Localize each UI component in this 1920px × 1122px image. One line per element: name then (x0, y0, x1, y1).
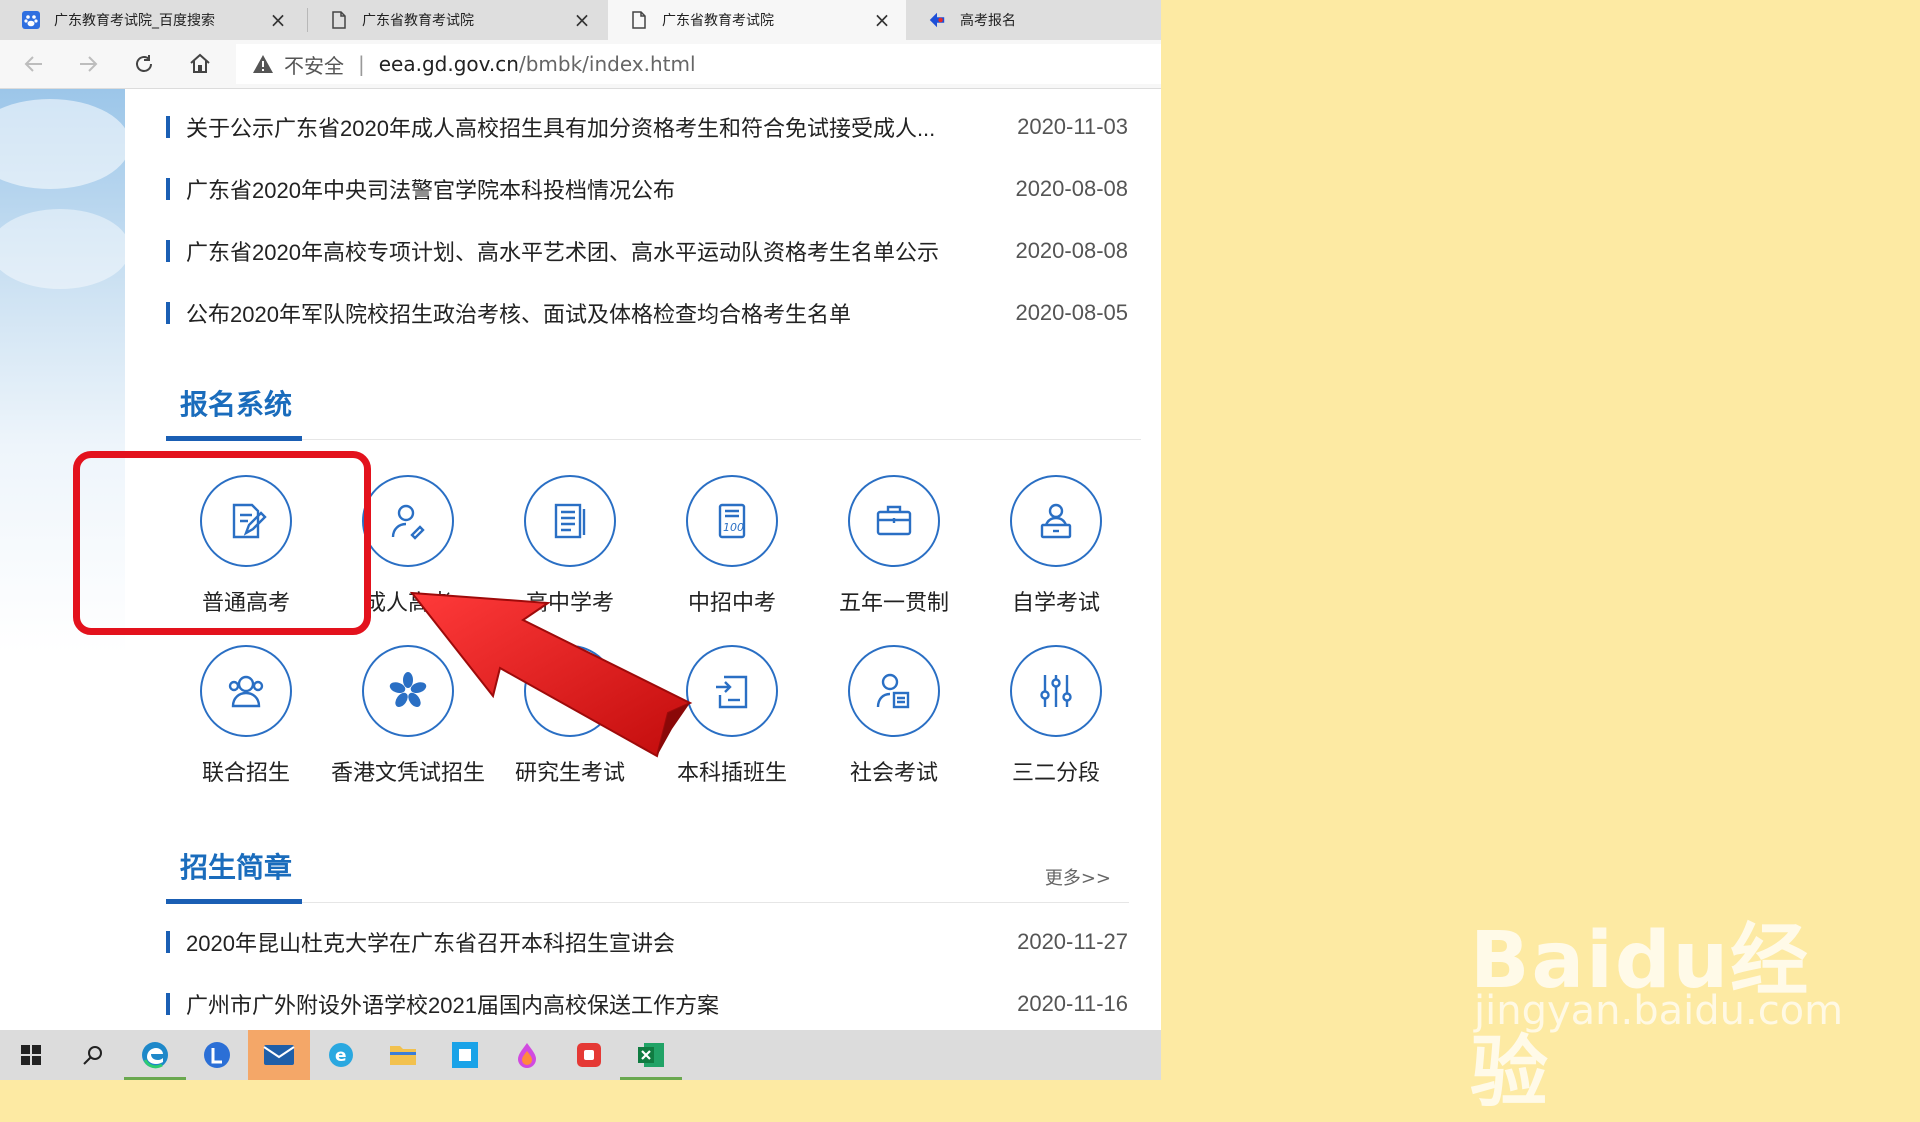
tab-label: 广东省教育考试院 (362, 13, 474, 29)
forward-arrow-icon[interactable] (72, 48, 104, 80)
tab-eea-1[interactable]: 广东省教育考试院 × (308, 0, 606, 40)
watermark-url: jingyan.baidu.com (1474, 988, 1844, 1034)
close-icon[interactable]: × (572, 10, 592, 30)
page-content: 关于公示广东省2020年成人高校招生具有加分资格考生和符合免试接受成人... 2… (0, 89, 1161, 1030)
tab-bar: 广东教育考试院_百度搜索 × 广东省教育考试院 × 广东省教育考试院 × 高考报… (0, 0, 1161, 40)
section-underline (166, 899, 302, 904)
admission-date: 2020-11-27 (1017, 929, 1128, 954)
home-icon[interactable] (184, 48, 216, 80)
baidu-paw-icon (22, 11, 40, 29)
windows-start-icon[interactable] (0, 1030, 62, 1080)
file-explorer-icon[interactable] (372, 1030, 434, 1080)
tab-label: 高考报名 (960, 13, 1016, 29)
blue-arrow-icon (928, 11, 946, 29)
paint-drop-icon[interactable] (496, 1030, 558, 1080)
navigation-bar: 不安全 | eea.gd.gov.cn/bmbk/index.html (0, 40, 1161, 89)
edge-icon[interactable] (124, 1030, 186, 1080)
more-link[interactable]: 更多>> (1045, 864, 1111, 890)
page-icon (330, 11, 348, 29)
mail-icon[interactable] (248, 1030, 310, 1080)
tab-baidu-search[interactable]: 广东教育考试院_百度搜索 × (0, 0, 302, 40)
admission-item[interactable]: 广州市广外附设外语学校2021届国内高校保送工作方案 2020-11-16 (166, 984, 1136, 1024)
page-icon (630, 11, 648, 29)
red-record-icon[interactable] (558, 1030, 620, 1080)
warning-triangle-icon[interactable] (252, 52, 276, 76)
browser-window: 广东教育考试院_百度搜索 × 广东省教育考试院 × 广东省教育考试院 × 高考报… (0, 0, 1161, 1030)
address-bar[interactable]: 不安全 | eea.gd.gov.cn/bmbk/index.html (236, 44, 1161, 84)
admission-title[interactable]: 广州市广外附设外语学校2021届国内高校保送工作方案 (186, 988, 1136, 1020)
back-arrow-icon[interactable] (18, 48, 50, 80)
admission-date: 2020-11-16 (1017, 991, 1128, 1016)
url-path: /bmbk/index.html (518, 52, 696, 76)
close-icon[interactable]: × (268, 10, 288, 30)
taskbar: e (0, 1030, 1161, 1080)
l-app-icon[interactable] (186, 1030, 248, 1080)
svg-text:e: e (335, 1046, 347, 1066)
list-marker (166, 931, 170, 953)
tab-gaokao-signup[interactable]: 高考报名 (906, 0, 1161, 40)
excel-icon[interactable] (620, 1030, 682, 1080)
url-host: eea.gd.gov.cn (378, 52, 519, 76)
list-marker (166, 993, 170, 1015)
search-icon[interactable] (62, 1030, 124, 1080)
admission-title[interactable]: 2020年昆山杜克大学在广东省召开本科招生宣讲会 (186, 926, 1136, 958)
tab-label: 广东省教育考试院 (662, 13, 774, 29)
admissions-section-header: 招生简章 更多>> (166, 836, 1129, 904)
refresh-icon[interactable] (128, 48, 160, 80)
tab-eea-active[interactable]: 广东省教育考试院 × (608, 0, 906, 40)
tab-label: 广东教育考试院_百度搜索 (54, 13, 215, 29)
address-separator: | (358, 52, 365, 76)
ie-icon[interactable]: e (310, 1030, 372, 1080)
close-icon[interactable]: × (872, 10, 892, 30)
section-title: 招生简章 (180, 851, 293, 884)
baidu-jingyan-watermark: Baidu经验 jingyan.baidu.com (1470, 870, 1890, 1118)
security-status[interactable]: 不安全 (284, 50, 344, 79)
blue-app-icon[interactable] (434, 1030, 496, 1080)
admission-item[interactable]: 2020年昆山杜克大学在广东省召开本科招生宣讲会 2020-11-27 (166, 922, 1136, 962)
